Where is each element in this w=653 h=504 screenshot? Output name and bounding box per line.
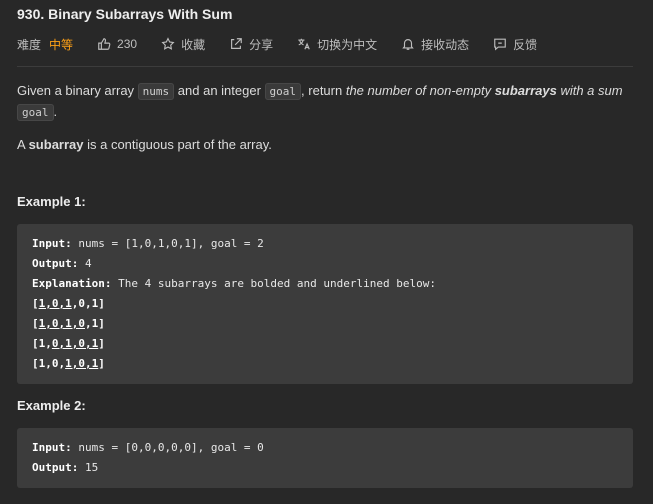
problem-meta-bar: 难度 中等 230 收藏 分享 切换为中文 接收动态 反馈 xyxy=(17,36,561,52)
example-2-codeblock: Input: nums = [0,0,0,0,0], goal = 0 Outp… xyxy=(17,428,633,488)
highlighted-subarray: 1,0,1 xyxy=(65,357,99,370)
input-value: nums = [0,0,0,0,0], goal = 0 xyxy=(71,441,264,454)
switch-language-button[interactable]: 切换为中文 xyxy=(297,36,377,53)
problem-title: 930. Binary Subarrays With Sum xyxy=(17,6,233,22)
array-line: [1,0,1,0,1] xyxy=(32,294,618,314)
text-run: A xyxy=(17,137,29,152)
text-run: and an integer xyxy=(174,83,265,98)
input-value: nums = [1,0,1,0,1], goal = 2 xyxy=(71,237,264,250)
array-text: [ xyxy=(32,317,39,330)
output-value: 4 xyxy=(78,257,92,270)
switch-language-label: 切换为中文 xyxy=(317,37,378,52)
input-label: Input: xyxy=(32,237,72,250)
notify-label: 接收动态 xyxy=(421,37,470,52)
example-2-heading: Example 2: xyxy=(17,398,86,413)
emphasis-text: the number of non-empty xyxy=(345,83,495,98)
header-divider xyxy=(17,66,633,67)
difficulty-badge: 中等 xyxy=(49,37,74,52)
favorite-label: 收藏 xyxy=(181,37,206,52)
subarrays-link-text: subarrays xyxy=(494,83,557,98)
highlighted-subarray: 1,0,1,0 xyxy=(38,317,85,330)
explanation-label: Explanation: xyxy=(32,277,112,290)
share-icon xyxy=(231,38,242,49)
feedback-label: 反馈 xyxy=(513,37,538,52)
text-run: . xyxy=(53,104,58,119)
like-button[interactable]: 230 xyxy=(97,37,137,51)
array-text: [1,0, xyxy=(32,357,66,370)
inline-code-goal: goal xyxy=(264,83,302,100)
description-paragraph: Given a binary array nums and an integer… xyxy=(17,81,627,123)
difficulty-label: 难度 xyxy=(17,37,42,52)
explanation-value: The 4 subarrays are bolded and underline… xyxy=(111,277,436,290)
array-text: [1, xyxy=(32,337,52,350)
notify-button[interactable]: 接收动态 xyxy=(401,36,469,53)
array-line: [1,0,1,0,1] xyxy=(32,314,618,334)
array-text: ,1] xyxy=(84,317,105,330)
highlighted-subarray: 0,1,0,1 xyxy=(51,337,99,350)
problem-description: Given a binary array nums and an integer… xyxy=(17,81,627,155)
thumbs-up-icon xyxy=(98,38,111,50)
subarray-term: subarray xyxy=(28,137,84,152)
favorite-button[interactable]: 收藏 xyxy=(161,36,205,53)
share-button[interactable]: 分享 xyxy=(229,36,273,53)
explanation-line: Explanation: The 4 subarrays are bolded … xyxy=(32,274,618,294)
output-line: Output: 4 xyxy=(32,254,618,274)
output-label: Output: xyxy=(32,461,79,474)
input-line: Input: nums = [0,0,0,0,0], goal = 0 xyxy=(32,438,618,458)
array-text: ,0,1] xyxy=(71,297,105,310)
like-count: 230 xyxy=(117,37,138,51)
output-value: 15 xyxy=(78,461,99,474)
translate-icon xyxy=(298,38,310,50)
highlighted-subarray: 1,0,1 xyxy=(38,297,72,310)
output-label: Output: xyxy=(32,257,79,270)
star-icon xyxy=(161,37,175,50)
array-text: ] xyxy=(98,357,105,370)
feedback-button[interactable]: 反馈 xyxy=(493,36,537,53)
array-text: [ xyxy=(32,297,39,310)
inline-code-nums: nums xyxy=(137,83,175,100)
input-line: Input: nums = [1,0,1,0,1], goal = 2 xyxy=(32,234,618,254)
example-1-heading: Example 1: xyxy=(17,194,86,209)
description-paragraph: A subarray is a contiguous part of the a… xyxy=(17,135,627,155)
array-line: [1,0,1,0,1] xyxy=(32,354,618,374)
array-line: [1,0,1,0,1] xyxy=(32,334,618,354)
emphasis-text: with a sum xyxy=(556,83,623,98)
feedback-icon xyxy=(494,38,506,51)
text-run: Given a binary array xyxy=(17,83,138,98)
example-1-codeblock: Input: nums = [1,0,1,0,1], goal = 2 Outp… xyxy=(17,224,633,384)
bell-icon xyxy=(402,39,414,50)
text-run: , return xyxy=(301,83,346,98)
share-label: 分享 xyxy=(249,37,274,52)
output-line: Output: 15 xyxy=(32,458,618,478)
inline-code-goal: goal xyxy=(17,104,54,121)
text-run: is a contiguous part of the array. xyxy=(83,137,272,152)
array-text: ] xyxy=(98,337,105,350)
input-label: Input: xyxy=(32,441,72,454)
